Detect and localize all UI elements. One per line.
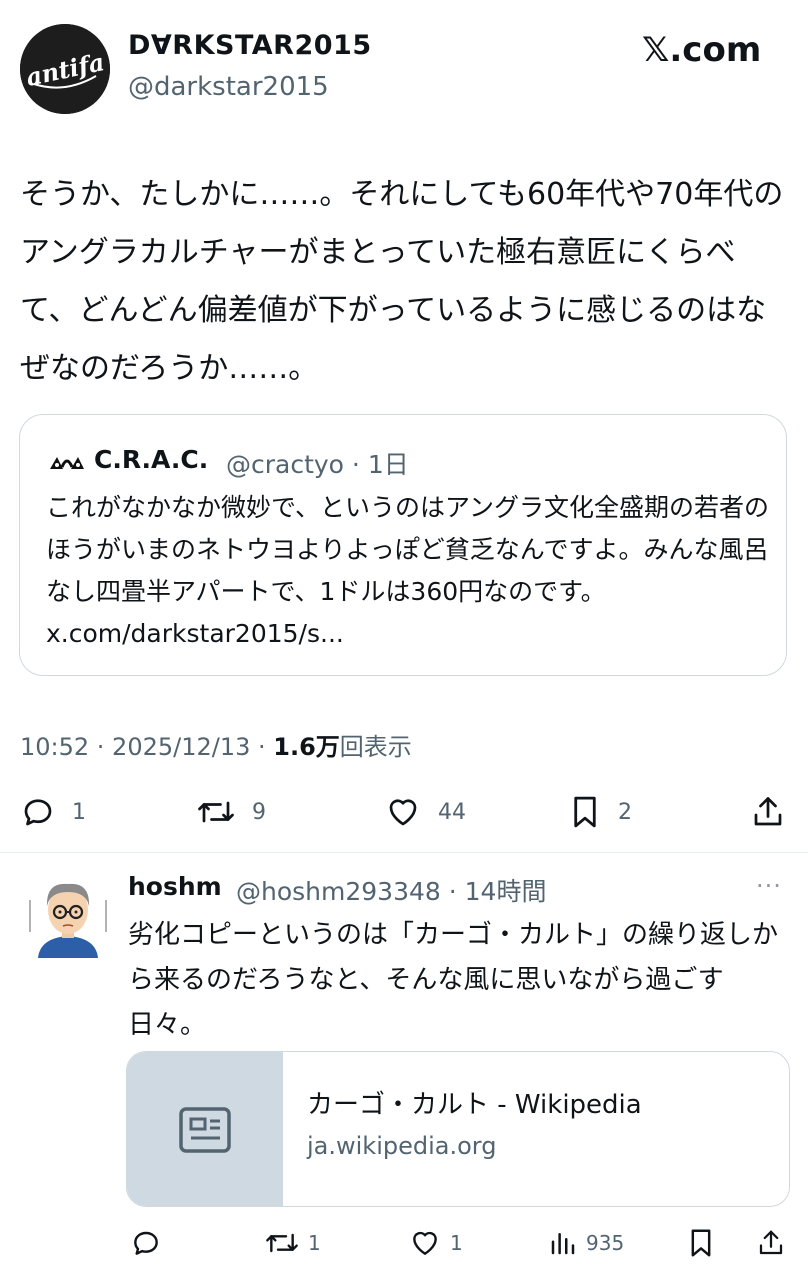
link-domain: ja.wikipedia.org	[307, 1132, 497, 1160]
divider	[0, 852, 808, 853]
share-icon	[756, 1227, 786, 1259]
link-thumbnail	[127, 1052, 283, 1206]
crac-avatar-icon	[48, 451, 86, 473]
author-name[interactable]: D∀RKSTAR2015	[128, 30, 372, 61]
reply-icon	[20, 794, 56, 830]
views-count: 1.6万	[273, 733, 340, 761]
link-title: カーゴ・カルト - Wikipedia	[307, 1090, 642, 1120]
author-avatar[interactable]: antifa	[20, 24, 110, 114]
reply-reply-button[interactable]	[130, 1226, 170, 1260]
timestamp-text: 10:52 · 2025/12/13 ·	[20, 733, 274, 761]
author-handle[interactable]: @darkstar2015	[128, 72, 329, 102]
like-button[interactable]: 44	[384, 792, 466, 832]
bookmark-icon	[568, 793, 602, 831]
retweet-count: 9	[252, 799, 266, 825]
reply-bookmark-button[interactable]	[686, 1226, 716, 1260]
tweet-text: そうか、たしかに……。それにしても60年代や70年代のアングラカルチャーがまとっ…	[20, 177, 784, 386]
quoted-author-meta: @cractyo · 1日	[226, 450, 409, 479]
reply-views-count: 935	[586, 1231, 625, 1255]
x-brand-logo: 𝕏.com	[642, 30, 762, 70]
retweet-icon	[264, 1227, 300, 1259]
views-chart-icon	[548, 1228, 578, 1258]
bookmark-icon	[686, 1226, 716, 1260]
antifa-logo-icon: antifa	[20, 24, 110, 114]
article-icon	[179, 1107, 231, 1153]
reply-icon	[130, 1227, 162, 1259]
quoted-author-name: C.R.A.C.	[94, 445, 209, 474]
reply-retweet-button[interactable]: 1	[264, 1226, 321, 1260]
quoted-tweet-card[interactable]: C.R.A.C. @cractyo · 1日 これがなかなか微妙で、というのはア…	[19, 414, 787, 676]
link-preview-card[interactable]: カーゴ・カルト - Wikipedia ja.wikipedia.org	[126, 1051, 790, 1207]
bookmark-count: 2	[618, 799, 632, 825]
quoted-tweet-text: これがなかなか微妙で、というのはアングラ文化全盛期の若者のほうがいまのネトウヨよ…	[46, 493, 770, 648]
more-options-icon[interactable]: ···	[756, 872, 782, 900]
reply-views-button[interactable]: 935	[548, 1226, 624, 1260]
reply-author-avatar[interactable]	[28, 872, 108, 958]
reply-like-count: 1	[450, 1231, 463, 1255]
heart-icon	[408, 1227, 442, 1259]
reply-author-name[interactable]: hoshm	[128, 872, 222, 901]
share-button[interactable]	[750, 792, 786, 832]
like-count: 44	[438, 799, 466, 825]
views-label: 回表示	[339, 733, 412, 761]
reply-like-button[interactable]: 1	[408, 1226, 463, 1260]
reply-share-button[interactable]	[756, 1226, 786, 1260]
glasses-man-avatar-icon	[29, 883, 107, 958]
reply-text: 劣化コピーというのは「カーゴ・カルト」の繰り返しから来るのだろうなと、そんな風に…	[128, 920, 779, 1040]
tweet-timestamp[interactable]: 10:52 · 2025/12/13 · 1.6万回表示	[20, 727, 412, 762]
share-icon	[750, 793, 786, 831]
reply-retweet-count: 1	[308, 1231, 321, 1255]
reply-author-meta[interactable]: @hoshm293348 · 14時間	[236, 872, 546, 908]
reply-count: 1	[72, 799, 86, 825]
retweet-button[interactable]: 9	[196, 792, 266, 832]
reply-button[interactable]: 1	[20, 792, 86, 832]
bookmark-button[interactable]: 2	[568, 792, 632, 832]
heart-icon	[384, 794, 422, 830]
retweet-icon	[196, 794, 236, 830]
